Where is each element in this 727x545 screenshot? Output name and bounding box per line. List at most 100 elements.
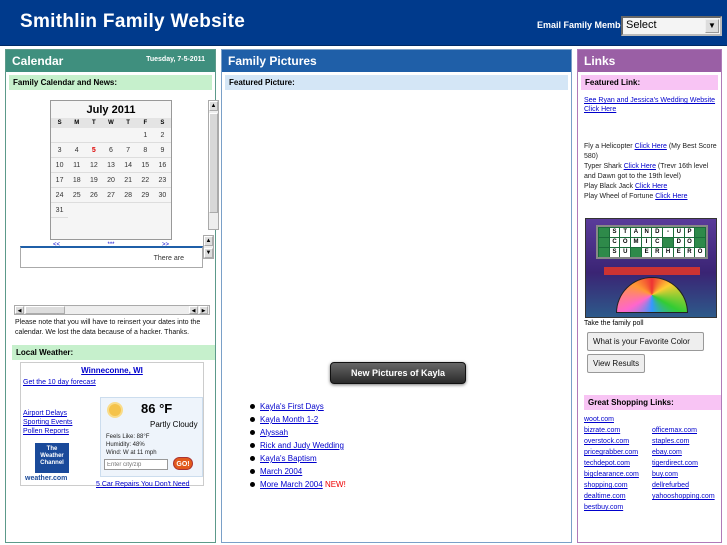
calendar-day[interactable]: 7: [119, 143, 137, 158]
calendar-events-frame: There are: [20, 246, 203, 268]
calendar-day[interactable]: 26: [85, 188, 103, 203]
calendar-scrollbar[interactable]: ▲: [208, 100, 219, 230]
shopping-link[interactable]: dellrefurbed: [652, 480, 722, 491]
weather-forecast-link[interactable]: Get the 10 day forecast: [23, 379, 96, 386]
calendar-day[interactable]: 4: [68, 143, 86, 158]
calendar-day[interactable]: 28: [119, 188, 137, 203]
sporting-events-link[interactable]: Sporting Events: [23, 419, 72, 426]
calendar-dow: T: [92, 120, 96, 126]
wheel-of-fortune-image[interactable]: STAND-UPCOMICDOSUERHERO: [585, 218, 717, 318]
game-click-here-link[interactable]: Click Here: [635, 183, 667, 190]
game-click-here-link[interactable]: Click Here: [635, 143, 667, 150]
calendar-day[interactable]: 5: [85, 143, 103, 158]
shopping-link[interactable]: overstock.com: [584, 436, 652, 447]
chevron-down-icon[interactable]: ▼: [705, 19, 719, 33]
calendar-day[interactable]: 24: [51, 188, 69, 203]
scroll-left-icon[interactable]: ◀: [189, 306, 198, 314]
calendar-day[interactable]: 15: [136, 158, 154, 173]
calendar-day[interactable]: 27: [102, 188, 120, 203]
feels-like: Feels Like: 88°F: [106, 434, 150, 440]
wedding-click-here-link[interactable]: Click Here: [584, 106, 616, 113]
view-results-button[interactable]: View Results: [587, 354, 645, 373]
calendar-day[interactable]: 18: [68, 173, 86, 188]
calendar-day[interactable]: 21: [119, 173, 137, 188]
calendar-day[interactable]: 13: [102, 158, 120, 173]
shopping-link[interactable]: shopping.com: [584, 480, 652, 491]
city-zip-input[interactable]: [104, 459, 168, 470]
scroll-up-icon[interactable]: ▲: [209, 101, 218, 111]
game-click-here-link[interactable]: Click Here: [655, 193, 687, 200]
calendar-day[interactable]: 14: [119, 158, 137, 173]
calendar-day[interactable]: 20: [102, 173, 120, 188]
puzzle-tile: I: [641, 238, 652, 247]
calendar-day[interactable]: 31: [51, 203, 69, 218]
picture-link[interactable]: Kayla Month 1-2: [260, 415, 318, 424]
picture-link[interactable]: Kayla's First Days: [260, 402, 324, 411]
puzzle-tile: C: [609, 238, 620, 247]
shopping-link[interactable]: bizrate.com: [584, 425, 652, 436]
email-family-select[interactable]: Select ▼: [621, 16, 722, 36]
shopping-links-grid: woot.com bizrate.com officemax.com overstoc…: [584, 414, 722, 513]
calendar-day[interactable]: 2: [153, 128, 171, 143]
airport-delays-link[interactable]: Airport Delays: [23, 410, 67, 417]
picture-link[interactable]: More March 2004: [260, 480, 323, 489]
calendar-day[interactable]: 1: [136, 128, 154, 143]
calendar-day[interactable]: 30: [153, 188, 171, 203]
games-list: Fly a Helicopter Click Here (My Best Sco…: [584, 142, 719, 202]
scroll-left-icon[interactable]: ◀: [15, 306, 24, 314]
calendar-day[interactable]: 8: [136, 143, 154, 158]
shopping-link[interactable]: bestbuy.com: [584, 502, 652, 513]
weather-channel-url: weather.com: [25, 475, 68, 482]
picture-link[interactable]: March 2004: [260, 467, 302, 476]
scroll-up-icon[interactable]: ▲: [204, 236, 213, 246]
scroll-down-icon[interactable]: ▼: [204, 248, 213, 258]
calendar-day[interactable]: 3: [51, 143, 69, 158]
calendar-day[interactable]: 23: [153, 173, 171, 188]
weather-city-link[interactable]: Winneconne, WI: [21, 366, 203, 375]
calendar-day[interactable]: 25: [68, 188, 86, 203]
weather-ad-link[interactable]: 5 Car Repairs You Don't Need: [96, 481, 190, 488]
calendar-day[interactable]: 9: [153, 143, 171, 158]
favorite-color-poll-button[interactable]: What is your Favorite Color: [587, 332, 704, 351]
calendar-day[interactable]: 19: [85, 173, 103, 188]
shopping-link[interactable]: tigerdirect.com: [652, 458, 722, 469]
shopping-link[interactable]: woot.com: [584, 414, 652, 425]
calendar-days-of-week: SMTWTFS: [51, 118, 171, 128]
weather-go-button[interactable]: GO!: [173, 457, 193, 470]
scrollbar-thumb[interactable]: [25, 306, 65, 314]
new-pictures-kayla-button[interactable]: New Pictures of Kayla: [330, 362, 466, 384]
calendar-day[interactable]: 29: [136, 188, 154, 203]
picture-link[interactable]: Rick and Judy Wedding: [260, 441, 344, 450]
pollen-reports-link[interactable]: Pollen Reports: [23, 428, 69, 435]
shopping-link[interactable]: ebay.com: [652, 447, 722, 458]
picture-links-list: Kayla's First Days Kayla Month 1-2 Alyss…: [248, 400, 346, 491]
shopping-link[interactable]: officemax.com: [652, 425, 722, 436]
shopping-link[interactable]: buy.com: [652, 469, 722, 480]
shopping-link[interactable]: bigclearance.com: [584, 469, 652, 480]
puzzle-tile: R: [684, 248, 695, 257]
picture-link[interactable]: Kayla's Baptism: [260, 454, 317, 463]
calendar-day[interactable]: 22: [136, 173, 154, 188]
picture-link[interactable]: Alyssah: [260, 428, 288, 437]
scroll-right-icon[interactable]: ▶: [199, 306, 208, 314]
calendar-day[interactable]: 12: [85, 158, 103, 173]
puzzle-tile: [599, 238, 609, 247]
calendar-day[interactable]: 17: [51, 173, 69, 188]
calendar-horizontal-scrollbar[interactable]: ◀ ◀ ▶: [14, 305, 210, 315]
wedding-website-link[interactable]: See Ryan and Jessica's Wedding Website: [584, 97, 715, 104]
calendar-day[interactable]: 10: [51, 158, 69, 173]
shopping-link[interactable]: techdepot.com: [584, 458, 652, 469]
scrollbar-thumb[interactable]: [209, 113, 218, 213]
new-badge: NEW!: [324, 480, 346, 489]
shopping-link[interactable]: staples.com: [652, 436, 722, 447]
game-click-here-link[interactable]: Click Here: [624, 163, 656, 170]
events-scrollbar[interactable]: ▲ ▼: [203, 235, 214, 259]
shopping-link[interactable]: dealtime.com: [584, 491, 652, 502]
calendar-day[interactable]: 11: [68, 158, 86, 173]
calendar-day[interactable]: 16: [153, 158, 171, 173]
puzzle-board: STAND-UPCOMICDOSUERHERO: [596, 225, 708, 259]
shopping-link[interactable]: pricegrabber.com: [584, 447, 652, 458]
shopping-link[interactable]: yahooshopping.com: [652, 491, 722, 502]
weather-channel-logo[interactable]: The Weather Channel: [35, 443, 69, 473]
calendar-day[interactable]: 6: [102, 143, 120, 158]
